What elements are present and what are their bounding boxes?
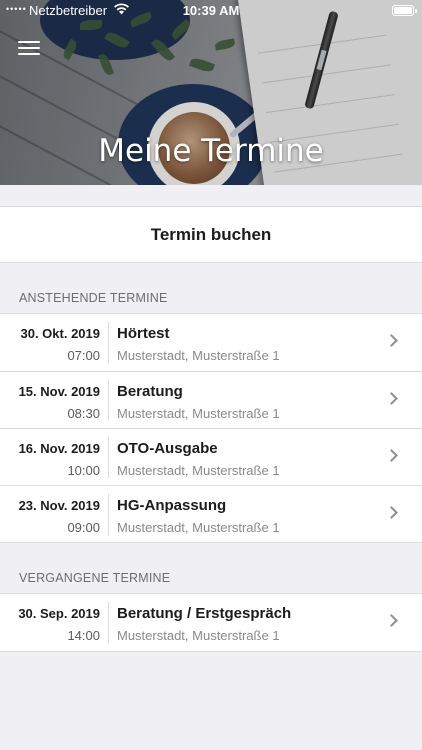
chevron-right-icon <box>385 614 398 627</box>
clock: 10:39 AM <box>182 3 240 18</box>
row-divider <box>108 322 109 363</box>
appointment-time: 08:30 <box>67 406 100 421</box>
row-divider <box>108 437 109 478</box>
chevron-right-icon <box>385 392 398 405</box>
appointment-date: 16. Nov. 2019 <box>18 441 100 456</box>
appointment-row[interactable]: 16. Nov. 2019 10:00 OTO-Ausgabe Musterst… <box>0 428 422 485</box>
row-divider <box>108 494 109 535</box>
battery-icon <box>392 5 417 16</box>
appointment-location: Musterstadt, Musterstraße 1 <box>117 463 280 478</box>
appointment-time: 09:00 <box>67 520 100 535</box>
appointment-date: 30. Sep. 2019 <box>18 606 100 621</box>
appointment-date: 23. Nov. 2019 <box>18 498 100 513</box>
appointment-row[interactable]: 30. Sep. 2019 14:00 Beratung / Erstgespr… <box>0 594 422 651</box>
chevron-right-icon <box>385 334 398 347</box>
appointment-location: Musterstadt, Musterstraße 1 <box>117 628 280 643</box>
row-divider <box>108 380 109 421</box>
appointment-title: Hörtest <box>117 325 170 342</box>
page-title: Meine Termine <box>98 133 324 169</box>
appointment-date: 30. Okt. 2019 <box>20 326 101 341</box>
chevron-right-icon <box>385 506 398 519</box>
past-appointments-list: 30. Sep. 2019 14:00 Beratung / Erstgespr… <box>0 593 422 652</box>
appointment-location: Musterstadt, Musterstraße 1 <box>117 348 280 363</box>
appointment-time: 07:00 <box>67 348 100 363</box>
book-appointment-button[interactable]: Termin buchen <box>0 206 422 263</box>
appointment-title: Beratung <box>117 383 183 400</box>
upcoming-appointments-list: 30. Okt. 2019 07:00 Hörtest Musterstadt,… <box>0 313 422 543</box>
appointment-row[interactable]: 23. Nov. 2019 09:00 HG-Anpassung Musters… <box>0 485 422 542</box>
appointment-date: 15. Nov. 2019 <box>18 384 100 399</box>
appointment-time: 10:00 <box>67 463 100 478</box>
appointment-row[interactable]: 30. Okt. 2019 07:00 Hörtest Musterstadt,… <box>0 314 422 371</box>
status-bar: ••••• Netzbetreiber 10:39 AM <box>0 0 422 22</box>
appointment-title: HG-Anpassung <box>117 497 227 514</box>
past-section-header: VERGANGENE TERMINE <box>19 571 171 585</box>
appointment-row[interactable]: 15. Nov. 2019 08:30 Beratung Musterstadt… <box>0 371 422 428</box>
appointment-location: Musterstadt, Musterstraße 1 <box>117 520 280 535</box>
chevron-right-icon <box>385 449 398 462</box>
upcoming-section-header: ANSTEHENDE TERMINE <box>19 291 168 305</box>
appointment-time: 14:00 <box>67 628 100 643</box>
appointment-title: Beratung / Erstgespräch <box>117 605 292 622</box>
appointment-title: OTO-Ausgabe <box>117 440 218 457</box>
row-divider <box>108 602 109 643</box>
appointment-location: Musterstadt, Musterstraße 1 <box>117 406 280 421</box>
hamburger-menu-icon[interactable] <box>18 40 40 56</box>
